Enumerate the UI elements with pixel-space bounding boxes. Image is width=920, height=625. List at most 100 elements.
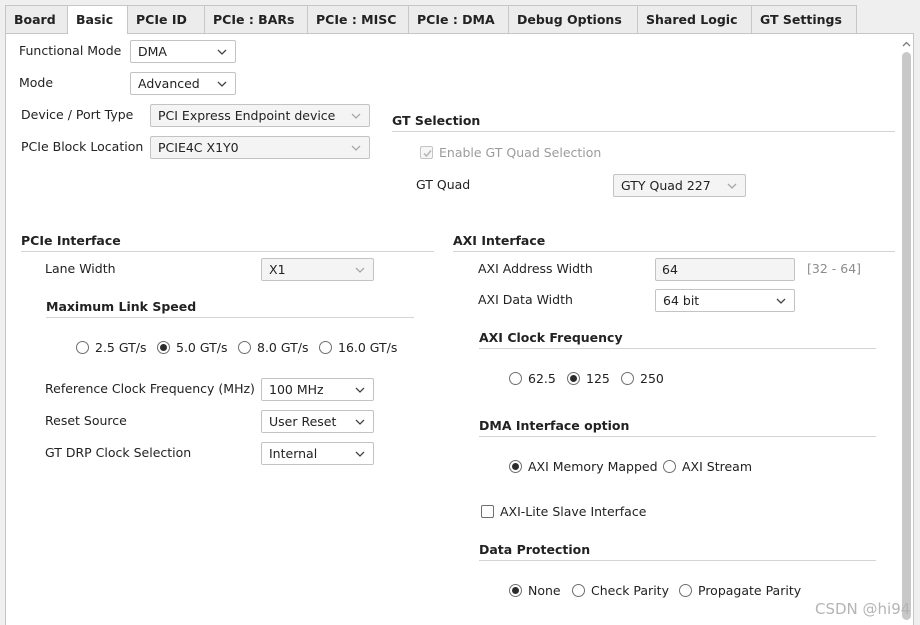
gt-drp-clock-dropdown[interactable]: Internal — [261, 442, 374, 465]
pcie-interface-heading: PCIe Interface — [21, 233, 121, 248]
radio-label: AXI Memory Mapped — [528, 458, 658, 474]
device-port-type-label: Device / Port Type — [21, 107, 134, 122]
gt-selection-heading: GT Selection — [392, 113, 481, 128]
reset-source-dropdown[interactable]: User Reset — [261, 410, 374, 433]
tab-pcie-dma[interactable]: PCIe : DMA — [409, 5, 509, 33]
enable-gt-quad-checkbox[interactable]: Enable GT Quad Selection — [420, 144, 601, 160]
tab-pcie-id[interactable]: PCIe ID — [128, 5, 205, 33]
tab-bar: Board Basic PCIe ID PCIe : BARs PCIe : M… — [0, 0, 920, 34]
functional-mode-dropdown[interactable]: DMA — [130, 40, 236, 63]
axi-lite-slave-checkbox[interactable]: AXI-Lite Slave Interface — [481, 503, 646, 519]
axi-data-width-label: AXI Data Width — [478, 292, 573, 307]
dma-radio-axi-stream[interactable]: AXI Stream — [663, 458, 752, 474]
ref-clock-freq-dropdown[interactable]: 100 MHz — [261, 378, 374, 401]
watermark: CSDN @hi94 — [815, 600, 911, 618]
radio-circle-icon — [509, 583, 522, 597]
data-protection-radio-none[interactable]: None — [509, 582, 561, 598]
radio-label: 16.0 GT/s — [338, 339, 398, 355]
gt-quad-dropdown[interactable]: GTY Quad 227 — [613, 174, 746, 197]
chevron-down-icon — [355, 387, 365, 393]
checkmark-icon — [423, 149, 432, 157]
tab-basic[interactable]: Basic — [68, 5, 128, 34]
tab-pcie-bars[interactable]: PCIe : BARs — [205, 5, 308, 33]
axi-clock-radio-62-5[interactable]: 62.5 — [509, 370, 556, 386]
functional-mode-label: Functional Mode — [19, 43, 122, 58]
reset-source-label: Reset Source — [45, 413, 127, 428]
chevron-down-icon — [217, 49, 227, 55]
vertical-scrollbar[interactable] — [900, 35, 913, 623]
axi-clock-frequency-heading: AXI Clock Frequency — [479, 330, 623, 345]
chevron-down-icon — [727, 183, 737, 189]
axi-data-width-dropdown[interactable]: 64 bit — [655, 289, 795, 312]
radio-circle-icon — [509, 371, 522, 385]
dma-radio-axi-memory-mapped[interactable]: AXI Memory Mapped — [509, 458, 658, 474]
link-speed-radio-2-5[interactable]: 2.5 GT/s — [76, 339, 146, 355]
checkbox-box-icon — [420, 145, 433, 159]
radio-label: None — [528, 582, 561, 598]
tab-pcie-misc[interactable]: PCIe : MISC — [308, 5, 409, 33]
max-link-speed-heading: Maximum Link Speed — [46, 299, 197, 314]
radio-label: 5.0 GT/s — [176, 339, 228, 355]
gt-drp-clock-value: Internal — [269, 446, 318, 461]
axi-clock-radio-125[interactable]: 125 — [567, 370, 610, 386]
radio-label: Check Parity — [591, 582, 669, 598]
scroll-up-arrow-icon[interactable] — [902, 41, 911, 47]
lane-width-dropdown[interactable]: X1 — [261, 258, 374, 281]
tab-board[interactable]: Board — [5, 5, 68, 33]
radio-circle-icon — [567, 371, 580, 385]
chevron-down-icon — [351, 113, 361, 119]
radio-circle-icon — [663, 459, 676, 473]
max-link-speed-separator — [46, 317, 414, 318]
chevron-down-icon — [355, 451, 365, 457]
pcie-block-location-label: PCIe Block Location — [21, 139, 144, 154]
radio-circle-icon — [621, 371, 634, 385]
radio-circle-icon — [157, 340, 170, 354]
radio-label: AXI Stream — [682, 458, 753, 474]
radio-label: Propagate Parity — [698, 582, 802, 598]
dma-interface-option-heading: DMA Interface option — [479, 418, 630, 433]
radio-label: 2.5 GT/s — [95, 339, 147, 355]
data-protection-heading: Data Protection — [479, 542, 591, 557]
radio-circle-icon — [679, 583, 692, 597]
tab-shared-logic[interactable]: Shared Logic — [638, 5, 752, 33]
radio-label: 8.0 GT/s — [257, 339, 309, 355]
device-port-type-dropdown[interactable]: PCI Express Endpoint device — [150, 104, 370, 127]
axi-lite-slave-label: AXI-Lite Slave Interface — [500, 503, 647, 519]
pcie-interface-separator — [21, 251, 434, 252]
gt-drp-clock-label: GT DRP Clock Selection — [45, 445, 192, 460]
mode-value: Advanced — [138, 76, 200, 91]
dma-interface-option-separator — [479, 436, 876, 437]
data-protection-radio-check-parity[interactable]: Check Parity — [572, 582, 669, 598]
mode-label: Mode — [19, 75, 54, 90]
data-protection-radio-propagate-parity[interactable]: Propagate Parity — [679, 582, 801, 598]
link-speed-radio-8-0[interactable]: 8.0 GT/s — [238, 339, 308, 355]
link-speed-radio-16-0[interactable]: 16.0 GT/s — [319, 339, 397, 355]
basic-tab-panel: Functional Mode DMA Mode Advanced Device… — [5, 33, 914, 625]
radio-label: 125 — [586, 370, 610, 386]
chevron-down-icon — [217, 81, 227, 87]
enable-gt-quad-label: Enable GT Quad Selection — [439, 144, 602, 160]
axi-address-width-range-hint: [32 - 64] — [807, 261, 862, 276]
lane-width-value: X1 — [269, 262, 286, 277]
checkbox-box-icon — [481, 504, 494, 518]
gt-quad-label: GT Quad — [416, 177, 471, 192]
radio-circle-icon — [76, 340, 89, 354]
tab-gt-settings[interactable]: GT Settings — [752, 5, 857, 33]
chevron-down-icon — [355, 419, 365, 425]
ref-clock-freq-label: Reference Clock Frequency (MHz) — [45, 381, 255, 396]
link-speed-radio-5-0[interactable]: 5.0 GT/s — [157, 339, 227, 355]
functional-mode-value: DMA — [138, 44, 167, 59]
pcie-block-location-dropdown[interactable]: PCIE4C X1Y0 — [150, 136, 370, 159]
radio-label: 62.5 — [528, 370, 556, 386]
tab-debug-options[interactable]: Debug Options — [509, 5, 638, 33]
radio-circle-icon — [319, 340, 332, 354]
scrollbar-thumb[interactable] — [902, 52, 911, 620]
axi-interface-heading: AXI Interface — [453, 233, 546, 248]
radio-circle-icon — [572, 583, 585, 597]
axi-clock-radio-250[interactable]: 250 — [621, 370, 664, 386]
lane-width-label: Lane Width — [45, 261, 116, 276]
mode-dropdown[interactable]: Advanced — [130, 72, 236, 95]
axi-address-width-label: AXI Address Width — [478, 261, 593, 276]
radio-circle-icon — [509, 459, 522, 473]
axi-address-width-field[interactable] — [655, 258, 795, 281]
